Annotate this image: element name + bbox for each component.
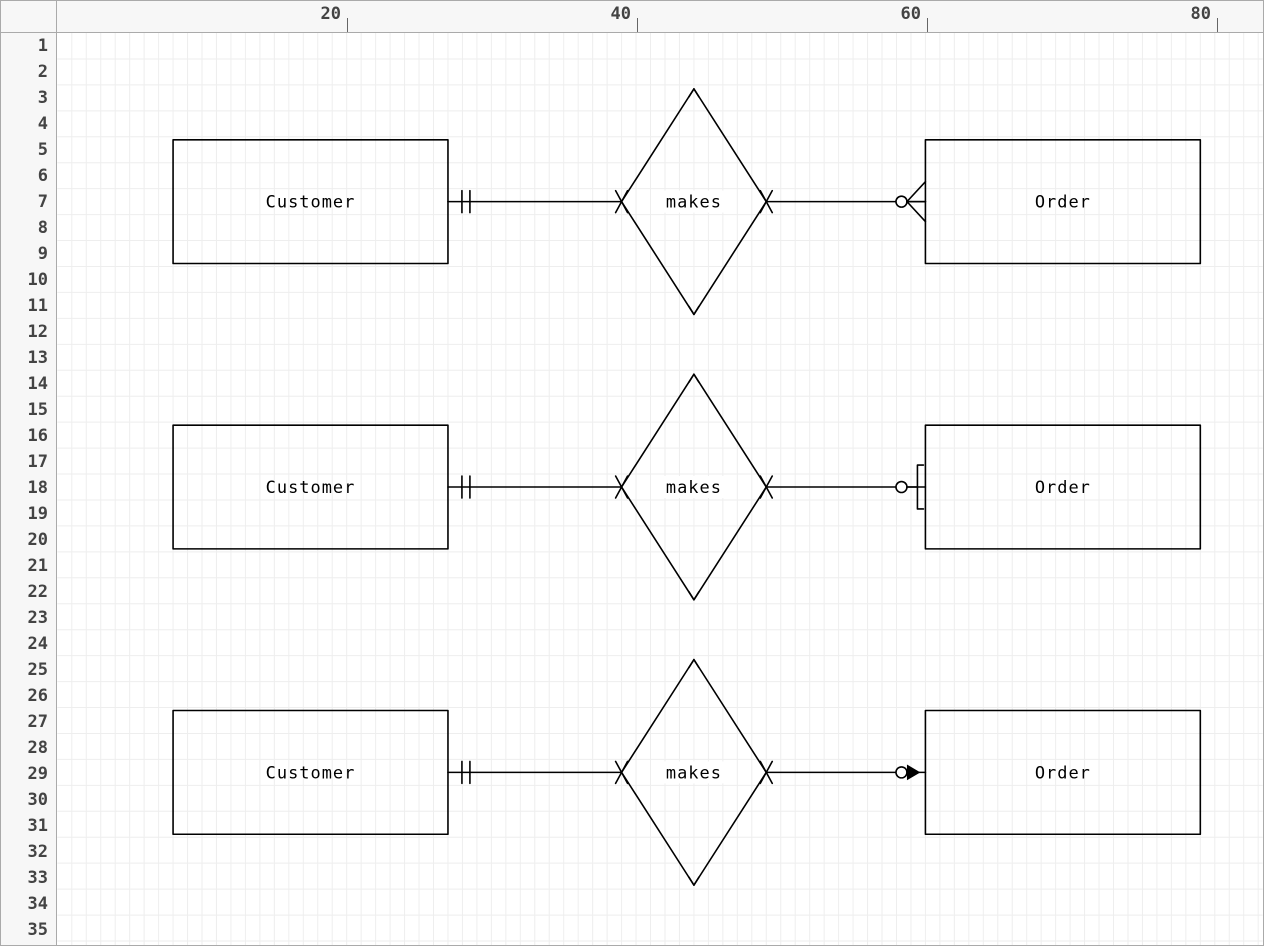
row-label: 30 [28,787,48,813]
row-label: 7 [38,189,48,215]
entity-label-customer: Customer [266,762,356,782]
row-label: 2 [38,59,48,85]
row-label: 23 [28,605,48,631]
row-label: 25 [28,657,48,683]
row-label: 12 [28,319,48,345]
row-label: 1 [38,33,48,59]
row-label: 4 [38,111,48,137]
cardinality-zero-circle-icon [896,767,907,778]
cardinality-zero-circle-icon [896,196,907,207]
row-label: 18 [28,475,48,501]
cardinality-zero-circle-icon [896,482,907,493]
row-label: 9 [38,241,48,267]
row-label: 35 [28,917,48,943]
relationship-label: makes [666,192,722,212]
col-tick [347,18,348,32]
ruler-corner [1,1,57,33]
entity-label-order: Order [1035,477,1091,497]
col-tick [927,18,928,32]
row-label: 20 [28,527,48,553]
row-label: 32 [28,839,48,865]
col-tick [1217,18,1218,32]
col-tick [637,18,638,32]
row-label: 24 [28,631,48,657]
row-label: 27 [28,709,48,735]
row-ruler: 1234567891011121314151617181920212223242… [1,33,57,945]
row-label: 22 [28,579,48,605]
row-label: 31 [28,813,48,839]
row-label: 3 [38,85,48,111]
row-label: 29 [28,761,48,787]
row-label: 14 [28,371,48,397]
entity-label-order: Order [1035,192,1091,212]
relationship-label: makes [666,477,722,497]
entity-label-customer: Customer [266,477,356,497]
row-label: 16 [28,423,48,449]
row-label: 10 [28,267,48,293]
row-label: 5 [38,137,48,163]
diagram-canvas[interactable]: Customer Order makes Customer Order makes Cust… [57,33,1263,945]
row-label: 17 [28,449,48,475]
col-tick-label: 60 [901,4,927,24]
row-label: 6 [38,163,48,189]
col-tick-label: 40 [611,4,637,24]
row-label: 8 [38,215,48,241]
row-label: 19 [28,501,48,527]
row-label: 15 [28,397,48,423]
row-label: 13 [28,345,48,371]
row-label: 21 [28,553,48,579]
entity-label-customer: Customer [266,192,356,212]
row-label: 28 [28,735,48,761]
editor-frame: 20406080 1234567891011121314151617181920… [0,0,1264,946]
col-tick-label: 80 [1191,4,1217,24]
entity-label-order: Order [1035,762,1091,782]
row-label: 26 [28,683,48,709]
relationship-label: makes [666,762,722,782]
row-label: 11 [28,293,48,319]
crowsfoot-icon [907,182,925,202]
col-tick-label: 20 [321,4,347,24]
row-label: 34 [28,891,48,917]
cardinality-arrow-icon [907,765,919,779]
row-label: 33 [28,865,48,891]
crowsfoot-icon [907,202,925,222]
column-ruler: 20 40 60 80 [57,1,1263,33]
